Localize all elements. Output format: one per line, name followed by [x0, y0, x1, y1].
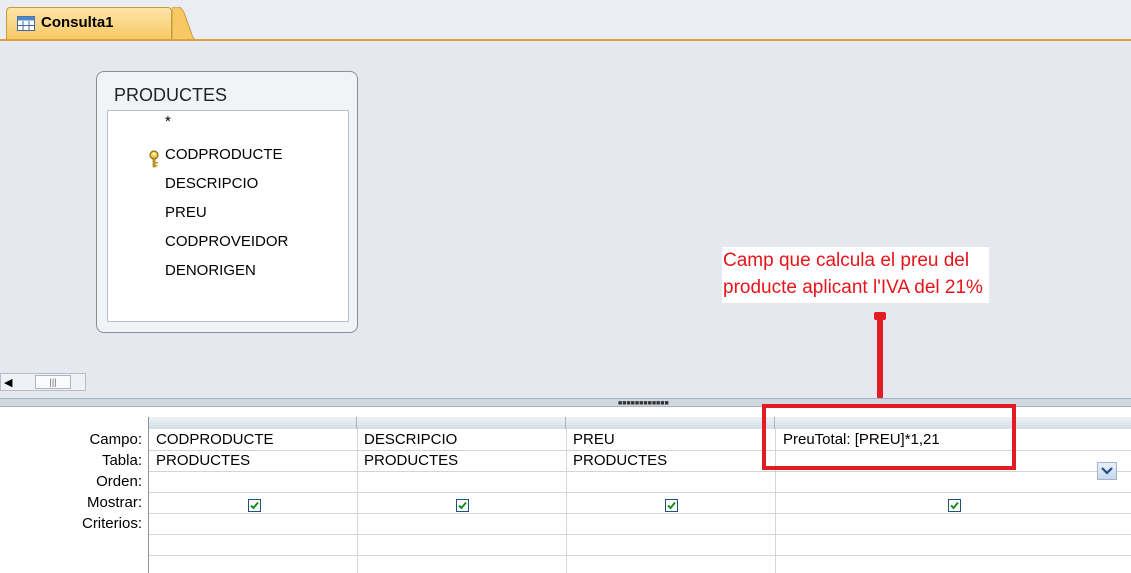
- mostrar-checkbox-4[interactable]: [948, 499, 961, 512]
- field-descripcio[interactable]: DESCRIPCIO: [165, 175, 258, 192]
- field-codproveidor[interactable]: CODPROVEIDOR: [165, 233, 288, 250]
- chevron-down-icon: [1101, 467, 1113, 475]
- row-label-campo: Campo:: [89, 431, 142, 448]
- tabla-cell-1[interactable]: PRODUCTES: [156, 452, 250, 469]
- tab-edge: [172, 7, 196, 40]
- field-denorigen[interactable]: DENORIGEN: [165, 262, 256, 279]
- campo-cell-3[interactable]: PREU: [573, 431, 615, 448]
- field-all[interactable]: *: [165, 113, 171, 130]
- field-list[interactable]: * CODPRODUCTE DESCRIPCIO PREU CODPROVEID…: [107, 110, 349, 322]
- mostrar-checkbox-2[interactable]: [456, 499, 469, 512]
- grid-row-line: [149, 492, 1131, 493]
- tabla-cell-3[interactable]: PRODUCTES: [573, 452, 667, 469]
- campo-cell-2[interactable]: DESCRIPCIO: [364, 431, 457, 448]
- scroll-left-arrow-icon[interactable]: ◀: [4, 376, 12, 389]
- mostrar-checkbox-1[interactable]: [248, 499, 261, 512]
- tab-underline: [0, 39, 1131, 41]
- annotation-text: Camp que calcula el preu del producte ap…: [722, 247, 989, 303]
- column-selector-1[interactable]: [149, 417, 357, 429]
- query-icon: [17, 16, 35, 31]
- annotation-line-1: Camp que calcula el preu del: [723, 250, 970, 271]
- grid-row-line: [149, 534, 1131, 535]
- campo-cell-1[interactable]: CODPRODUCTE: [156, 431, 274, 448]
- row-label-mostrar: Mostrar:: [86, 494, 142, 511]
- field-codproducte[interactable]: CODPRODUCTE: [165, 146, 283, 163]
- annotation-arrow-tip: [874, 312, 886, 320]
- tabla-cell-2[interactable]: PRODUCTES: [364, 452, 458, 469]
- row-label-orden: Orden:: [96, 473, 142, 490]
- tab-label: Consulta1: [41, 14, 114, 31]
- highlight-box: [762, 404, 1016, 470]
- grid-col-line: [566, 429, 567, 573]
- grid-row-line: [149, 471, 1131, 472]
- field-preu[interactable]: PREU: [165, 204, 207, 221]
- productes-table-box[interactable]: PRODUCTES * CODPRODUCTE DESCRIPCIO PREU …: [96, 71, 358, 333]
- grid-row-line: [149, 555, 1131, 556]
- row-label-tabla: Tabla:: [101, 452, 142, 469]
- scroll-thumb[interactable]: |||: [35, 375, 71, 389]
- mostrar-checkbox-3[interactable]: [665, 499, 678, 512]
- row-label-criterios: Criterios:: [81, 515, 142, 532]
- column-selector-3[interactable]: [566, 417, 775, 429]
- annotation-arrow-line: [877, 318, 883, 406]
- grid-col-line: [357, 429, 358, 573]
- column-selector-2[interactable]: [357, 417, 566, 429]
- query-tab[interactable]: Consulta1: [6, 7, 172, 40]
- upper-pane-scrollbar[interactable]: ◀ |||: [0, 373, 86, 391]
- table-title: PRODUCTES: [114, 85, 228, 105]
- row-labels: Campo: Tabla: Orden: Mostrar: Criterios:: [0, 407, 148, 573]
- annotation-line-2: producte aplicant l'IVA del 21%: [723, 277, 983, 298]
- document-tab-strip: Consulta1: [0, 0, 1131, 41]
- primary-key-icon: [149, 150, 159, 168]
- grid-row-line: [149, 513, 1131, 514]
- splitter-grip-icon: ■■■■■■■■■■■■: [618, 400, 669, 407]
- tabla-dropdown-button[interactable]: [1097, 462, 1117, 480]
